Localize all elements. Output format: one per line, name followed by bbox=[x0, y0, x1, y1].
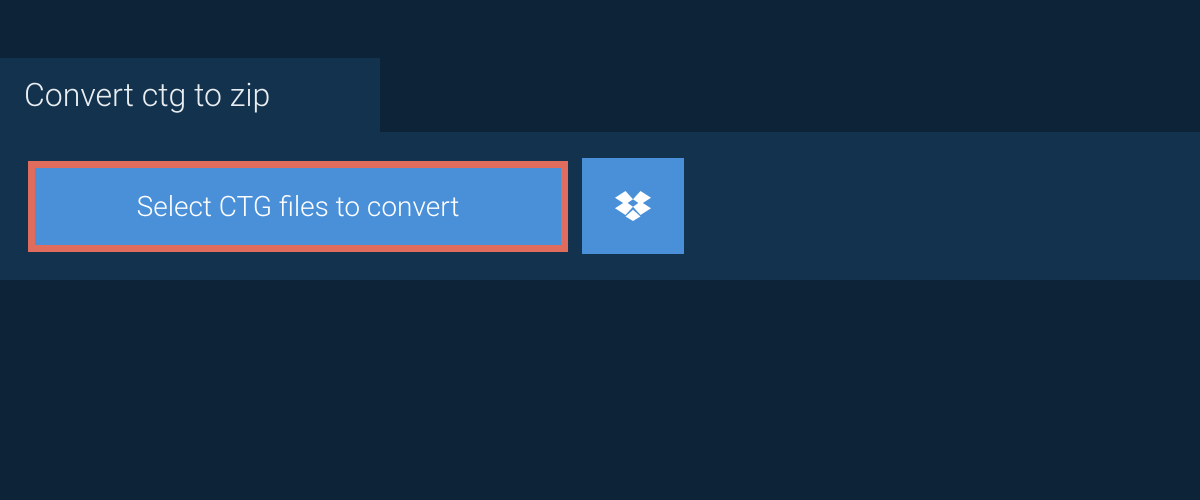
select-files-button[interactable]: Select CTG files to convert bbox=[28, 161, 568, 252]
dropbox-button[interactable] bbox=[582, 158, 684, 254]
tab-convert[interactable]: Convert ctg to zip bbox=[0, 58, 380, 132]
dropbox-icon bbox=[615, 190, 651, 222]
convert-panel: Select CTG files to convert bbox=[0, 132, 1200, 280]
